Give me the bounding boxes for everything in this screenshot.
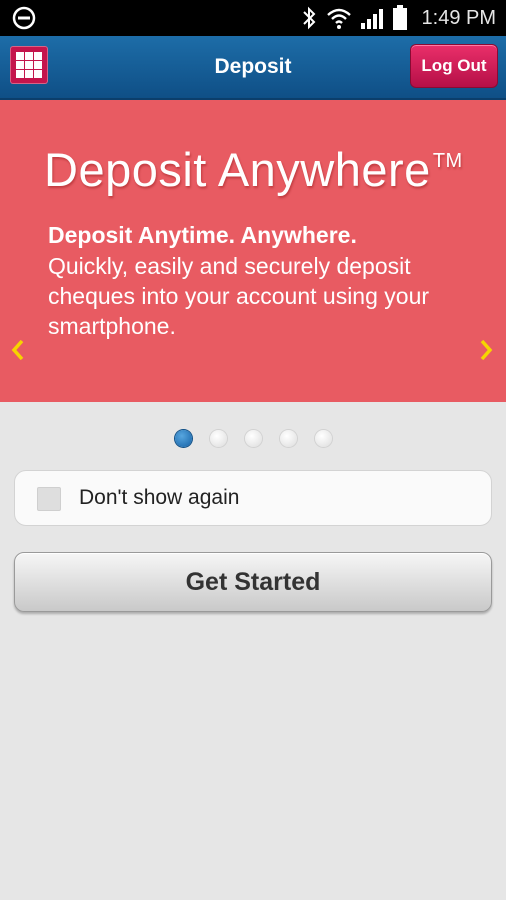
- banner-heading: Deposit Anytime. Anywhere.: [48, 222, 357, 248]
- promo-banner[interactable]: Deposit Anywhere TM Deposit Anytime. Anyw…: [0, 100, 506, 402]
- dont-show-again-row[interactable]: Don't show again: [14, 470, 492, 526]
- banner-title-text: Deposit Anywhere: [44, 143, 431, 196]
- trademark-mark: TM: [432, 150, 463, 172]
- bluetooth-icon: [302, 6, 315, 30]
- dont-show-again-checkbox[interactable]: [37, 487, 61, 511]
- page-indicator: [0, 430, 506, 452]
- dnd-icon: [12, 6, 36, 30]
- status-bar: 1:49 PM: [0, 0, 506, 36]
- page-dot[interactable]: [279, 430, 297, 447]
- status-icons: 1:49 PM: [300, 0, 496, 36]
- dont-show-again-label: Don't show again: [79, 486, 240, 509]
- battery-icon: [392, 5, 407, 30]
- page-dot[interactable]: [314, 430, 332, 447]
- banner-body: Quickly, easily and securely deposit che…: [48, 253, 430, 339]
- signal-icon: [360, 9, 383, 29]
- logout-button[interactable]: Log Out: [410, 44, 498, 88]
- page-dot[interactable]: [174, 430, 192, 447]
- wifi-icon: [326, 8, 351, 29]
- banner-title: Deposit Anywhere TM: [44, 142, 463, 197]
- previous-arrow-icon[interactable]: [10, 338, 26, 362]
- status-time: 1:49 PM: [421, 6, 496, 29]
- page-dot[interactable]: [209, 430, 227, 447]
- get-started-button[interactable]: Get Started: [14, 552, 492, 612]
- page-dot[interactable]: [244, 430, 262, 447]
- app-bar: Deposit Log Out: [0, 36, 506, 100]
- next-arrow-icon[interactable]: [478, 338, 494, 362]
